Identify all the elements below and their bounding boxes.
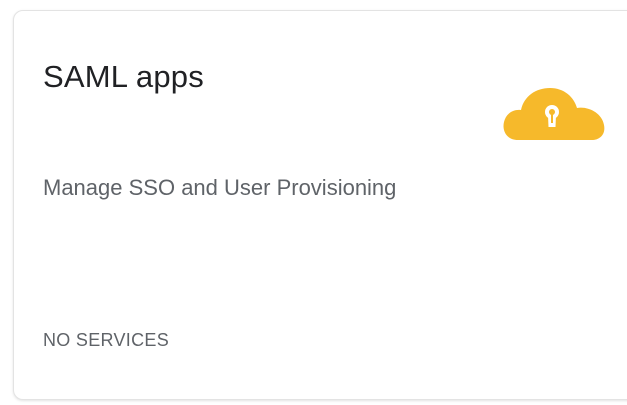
cloud-lock-icon [500, 82, 610, 144]
card-description: Manage SSO and User Provisioning [43, 175, 397, 200]
services-status: NO SERVICES [43, 330, 170, 350]
card-title: SAML apps [43, 59, 204, 94]
